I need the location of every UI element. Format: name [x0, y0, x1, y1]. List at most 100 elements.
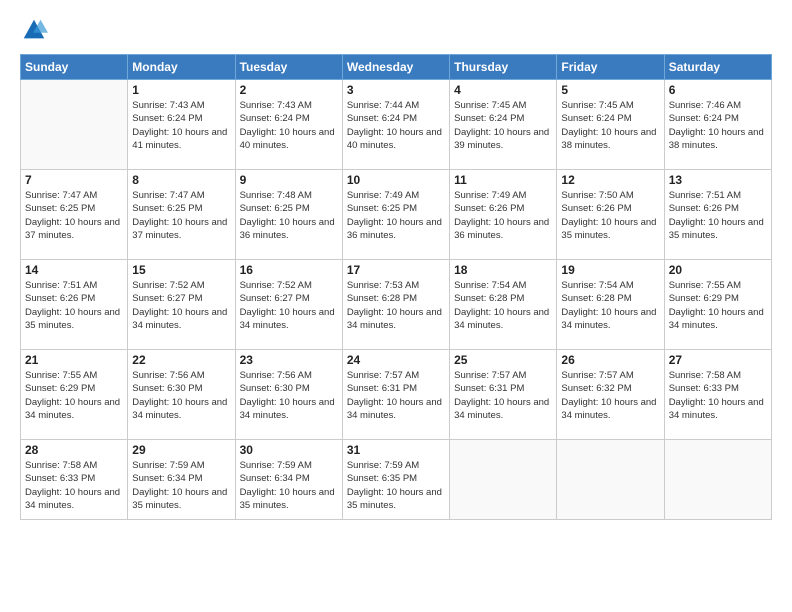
- day-number: 19: [561, 263, 659, 277]
- calendar-day-cell: 1 Sunrise: 7:43 AMSunset: 6:24 PMDayligh…: [128, 80, 235, 170]
- day-info: Sunrise: 7:56 AMSunset: 6:30 PMDaylight:…: [240, 370, 335, 421]
- day-number: 23: [240, 353, 338, 367]
- day-number: 13: [669, 173, 767, 187]
- day-number: 11: [454, 173, 552, 187]
- weekday-header: Sunday: [21, 55, 128, 80]
- calendar-day-cell: [21, 80, 128, 170]
- calendar-day-cell: 29 Sunrise: 7:59 AMSunset: 6:34 PMDaylig…: [128, 440, 235, 520]
- day-info: Sunrise: 7:45 AMSunset: 6:24 PMDaylight:…: [561, 100, 656, 151]
- calendar-day-cell: 12 Sunrise: 7:50 AMSunset: 6:26 PMDaylig…: [557, 170, 664, 260]
- day-info: Sunrise: 7:56 AMSunset: 6:30 PMDaylight:…: [132, 370, 227, 421]
- calendar-day-cell: 27 Sunrise: 7:58 AMSunset: 6:33 PMDaylig…: [664, 350, 771, 440]
- day-info: Sunrise: 7:47 AMSunset: 6:25 PMDaylight:…: [25, 190, 120, 241]
- day-number: 2: [240, 83, 338, 97]
- day-number: 30: [240, 443, 338, 457]
- calendar-day-cell: 25 Sunrise: 7:57 AMSunset: 6:31 PMDaylig…: [450, 350, 557, 440]
- calendar-week-row: 21 Sunrise: 7:55 AMSunset: 6:29 PMDaylig…: [21, 350, 772, 440]
- day-info: Sunrise: 7:49 AMSunset: 6:26 PMDaylight:…: [454, 190, 549, 241]
- day-number: 5: [561, 83, 659, 97]
- day-number: 20: [669, 263, 767, 277]
- calendar-day-cell: 30 Sunrise: 7:59 AMSunset: 6:34 PMDaylig…: [235, 440, 342, 520]
- day-info: Sunrise: 7:55 AMSunset: 6:29 PMDaylight:…: [669, 280, 764, 331]
- day-number: 14: [25, 263, 123, 277]
- day-number: 3: [347, 83, 445, 97]
- day-info: Sunrise: 7:48 AMSunset: 6:25 PMDaylight:…: [240, 190, 335, 241]
- day-info: Sunrise: 7:43 AMSunset: 6:24 PMDaylight:…: [240, 100, 335, 151]
- day-info: Sunrise: 7:52 AMSunset: 6:27 PMDaylight:…: [132, 280, 227, 331]
- day-info: Sunrise: 7:51 AMSunset: 6:26 PMDaylight:…: [25, 280, 120, 331]
- day-number: 22: [132, 353, 230, 367]
- day-info: Sunrise: 7:58 AMSunset: 6:33 PMDaylight:…: [25, 460, 120, 511]
- day-number: 1: [132, 83, 230, 97]
- calendar-day-cell: 17 Sunrise: 7:53 AMSunset: 6:28 PMDaylig…: [342, 260, 449, 350]
- calendar-day-cell: 9 Sunrise: 7:48 AMSunset: 6:25 PMDayligh…: [235, 170, 342, 260]
- calendar-day-cell: 4 Sunrise: 7:45 AMSunset: 6:24 PMDayligh…: [450, 80, 557, 170]
- calendar-day-cell: 20 Sunrise: 7:55 AMSunset: 6:29 PMDaylig…: [664, 260, 771, 350]
- calendar-day-cell: 8 Sunrise: 7:47 AMSunset: 6:25 PMDayligh…: [128, 170, 235, 260]
- page: SundayMondayTuesdayWednesdayThursdayFrid…: [0, 0, 792, 612]
- calendar-week-row: 28 Sunrise: 7:58 AMSunset: 6:33 PMDaylig…: [21, 440, 772, 520]
- calendar-day-cell: 15 Sunrise: 7:52 AMSunset: 6:27 PMDaylig…: [128, 260, 235, 350]
- weekday-header: Friday: [557, 55, 664, 80]
- day-number: 12: [561, 173, 659, 187]
- calendar-day-cell: 6 Sunrise: 7:46 AMSunset: 6:24 PMDayligh…: [664, 80, 771, 170]
- day-info: Sunrise: 7:46 AMSunset: 6:24 PMDaylight:…: [669, 100, 764, 151]
- day-number: 8: [132, 173, 230, 187]
- day-number: 31: [347, 443, 445, 457]
- day-info: Sunrise: 7:57 AMSunset: 6:31 PMDaylight:…: [347, 370, 442, 421]
- day-info: Sunrise: 7:51 AMSunset: 6:26 PMDaylight:…: [669, 190, 764, 241]
- calendar-week-row: 7 Sunrise: 7:47 AMSunset: 6:25 PMDayligh…: [21, 170, 772, 260]
- day-info: Sunrise: 7:47 AMSunset: 6:25 PMDaylight:…: [132, 190, 227, 241]
- calendar-day-cell: 16 Sunrise: 7:52 AMSunset: 6:27 PMDaylig…: [235, 260, 342, 350]
- calendar-day-cell: 24 Sunrise: 7:57 AMSunset: 6:31 PMDaylig…: [342, 350, 449, 440]
- calendar-day-cell: 26 Sunrise: 7:57 AMSunset: 6:32 PMDaylig…: [557, 350, 664, 440]
- weekday-header: Wednesday: [342, 55, 449, 80]
- day-number: 29: [132, 443, 230, 457]
- logo-icon: [20, 16, 48, 44]
- calendar-day-cell: 28 Sunrise: 7:58 AMSunset: 6:33 PMDaylig…: [21, 440, 128, 520]
- calendar-week-row: 14 Sunrise: 7:51 AMSunset: 6:26 PMDaylig…: [21, 260, 772, 350]
- weekday-header: Tuesday: [235, 55, 342, 80]
- day-info: Sunrise: 7:45 AMSunset: 6:24 PMDaylight:…: [454, 100, 549, 151]
- day-info: Sunrise: 7:49 AMSunset: 6:25 PMDaylight:…: [347, 190, 442, 241]
- calendar-day-cell: 2 Sunrise: 7:43 AMSunset: 6:24 PMDayligh…: [235, 80, 342, 170]
- day-info: Sunrise: 7:43 AMSunset: 6:24 PMDaylight:…: [132, 100, 227, 151]
- day-info: Sunrise: 7:59 AMSunset: 6:34 PMDaylight:…: [132, 460, 227, 511]
- weekday-header: Monday: [128, 55, 235, 80]
- day-info: Sunrise: 7:55 AMSunset: 6:29 PMDaylight:…: [25, 370, 120, 421]
- calendar-day-cell: 21 Sunrise: 7:55 AMSunset: 6:29 PMDaylig…: [21, 350, 128, 440]
- calendar-day-cell: 3 Sunrise: 7:44 AMSunset: 6:24 PMDayligh…: [342, 80, 449, 170]
- calendar-week-row: 1 Sunrise: 7:43 AMSunset: 6:24 PMDayligh…: [21, 80, 772, 170]
- calendar-day-cell: 22 Sunrise: 7:56 AMSunset: 6:30 PMDaylig…: [128, 350, 235, 440]
- calendar-day-cell: 7 Sunrise: 7:47 AMSunset: 6:25 PMDayligh…: [21, 170, 128, 260]
- calendar-day-cell: 31 Sunrise: 7:59 AMSunset: 6:35 PMDaylig…: [342, 440, 449, 520]
- day-info: Sunrise: 7:44 AMSunset: 6:24 PMDaylight:…: [347, 100, 442, 151]
- day-info: Sunrise: 7:59 AMSunset: 6:35 PMDaylight:…: [347, 460, 442, 511]
- calendar-day-cell: 10 Sunrise: 7:49 AMSunset: 6:25 PMDaylig…: [342, 170, 449, 260]
- day-info: Sunrise: 7:50 AMSunset: 6:26 PMDaylight:…: [561, 190, 656, 241]
- header: [20, 16, 772, 44]
- day-number: 17: [347, 263, 445, 277]
- day-number: 26: [561, 353, 659, 367]
- day-number: 7: [25, 173, 123, 187]
- day-info: Sunrise: 7:54 AMSunset: 6:28 PMDaylight:…: [561, 280, 656, 331]
- calendar-day-cell: 14 Sunrise: 7:51 AMSunset: 6:26 PMDaylig…: [21, 260, 128, 350]
- day-info: Sunrise: 7:58 AMSunset: 6:33 PMDaylight:…: [669, 370, 764, 421]
- calendar-day-cell: 11 Sunrise: 7:49 AMSunset: 6:26 PMDaylig…: [450, 170, 557, 260]
- day-number: 18: [454, 263, 552, 277]
- weekday-header-row: SundayMondayTuesdayWednesdayThursdayFrid…: [21, 55, 772, 80]
- calendar-day-cell: 18 Sunrise: 7:54 AMSunset: 6:28 PMDaylig…: [450, 260, 557, 350]
- weekday-header: Saturday: [664, 55, 771, 80]
- calendar-day-cell: 13 Sunrise: 7:51 AMSunset: 6:26 PMDaylig…: [664, 170, 771, 260]
- day-number: 6: [669, 83, 767, 97]
- day-number: 25: [454, 353, 552, 367]
- logo: [20, 16, 52, 44]
- calendar-day-cell: [557, 440, 664, 520]
- calendar-day-cell: [664, 440, 771, 520]
- day-number: 15: [132, 263, 230, 277]
- day-number: 21: [25, 353, 123, 367]
- day-info: Sunrise: 7:57 AMSunset: 6:31 PMDaylight:…: [454, 370, 549, 421]
- calendar-day-cell: 23 Sunrise: 7:56 AMSunset: 6:30 PMDaylig…: [235, 350, 342, 440]
- day-number: 9: [240, 173, 338, 187]
- day-number: 10: [347, 173, 445, 187]
